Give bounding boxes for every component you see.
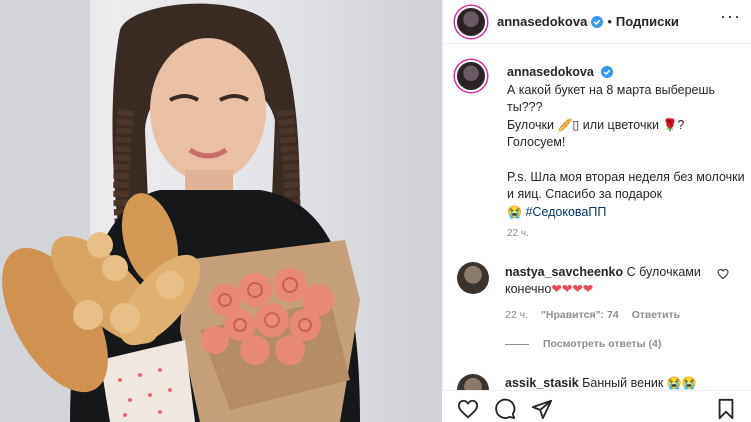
caption-line-ps: P.s. Шла моя вторая неделя без молочки и… — [507, 169, 745, 202]
caption-line-question: А какой букет на 8 марта выберешь ты??? — [507, 82, 716, 115]
caption-text: annasedokova А какой букет на 8 марта вы… — [507, 64, 747, 221]
more-icon[interactable]: ··· — [720, 6, 741, 27]
comment-text: nastya_savcheenko С булочками конечно❤❤❤… — [505, 264, 710, 298]
post-side-panel: annasedokova • Подписки ··· annasedokova… — [442, 0, 751, 422]
caption-timestamp[interactable]: 22 ч. — [507, 228, 529, 239]
author-avatar[interactable] — [455, 5, 487, 38]
crying-face-emoji-icon: 😭 — [507, 204, 522, 219]
bread-emoji-icon: 🥖 — [557, 117, 573, 132]
post-photo-illustration — [0, 0, 360, 422]
next-commenter-avatar[interactable] — [457, 374, 489, 390]
comment-icon[interactable] — [494, 398, 516, 420]
comment-reply-button[interactable]: Ответить — [632, 309, 681, 321]
commenter-username[interactable]: nastya_savcheenko — [505, 265, 623, 279]
view-replies-button[interactable]: Посмотреть ответы (4) — [505, 338, 661, 350]
author-username[interactable]: annasedokova — [497, 14, 587, 29]
share-icon[interactable] — [531, 398, 553, 420]
caption-line-choice: Булочки 🥖▯ или цветочки 🌹? — [507, 117, 747, 135]
caption-avatar[interactable] — [455, 60, 487, 92]
rose-emoji-icon: 🌹 — [662, 117, 678, 132]
crying-emoji-icon: 😭😭 — [666, 376, 697, 390]
caption-line-vote: Голосуем! — [507, 135, 566, 149]
bookmark-icon[interactable] — [715, 398, 737, 420]
next-comment-item: assik_stasik Банный веник 😭😭 — [457, 374, 747, 390]
next-comment-body: Банный веник — [582, 376, 664, 390]
verified-icon — [591, 15, 604, 28]
caption-buns-text: Булочки — [507, 117, 554, 132]
comment-timestamp[interactable]: 22 ч. — [505, 309, 528, 321]
hashtag-link[interactable]: #СедоковаПП — [525, 205, 606, 219]
comment-meta: 22 ч. "Нравится": 74 Ответить — [505, 309, 690, 321]
heart-icon[interactable] — [457, 398, 479, 420]
missing-glyph-icon: ▯ — [572, 117, 580, 132]
replies-divider — [505, 343, 529, 345]
post-photo[interactable] — [0, 0, 442, 422]
header-separator: • — [607, 14, 612, 29]
following-button[interactable]: Подписки — [616, 14, 679, 29]
comment-likes-count[interactable]: "Нравится": 74 — [541, 309, 619, 321]
caption-username[interactable]: annasedokova — [507, 65, 594, 79]
caption-question-mark: ? — [677, 117, 685, 132]
caption-flowers-text: или цветочки — [582, 117, 659, 132]
verified-icon — [601, 66, 614, 78]
heart-emoji-icon: ❤❤❤❤ — [551, 282, 594, 296]
view-replies-label: Посмотреть ответы (4) — [543, 338, 662, 350]
commenter-avatar[interactable] — [457, 262, 489, 294]
comment-like-heart-icon[interactable] — [717, 268, 729, 280]
post-action-bar — [442, 390, 751, 422]
post-header: annasedokova • Подписки ··· — [443, 0, 751, 44]
next-commenter-username[interactable]: assik_stasik Банный веник 😭😭 — [505, 376, 697, 390]
